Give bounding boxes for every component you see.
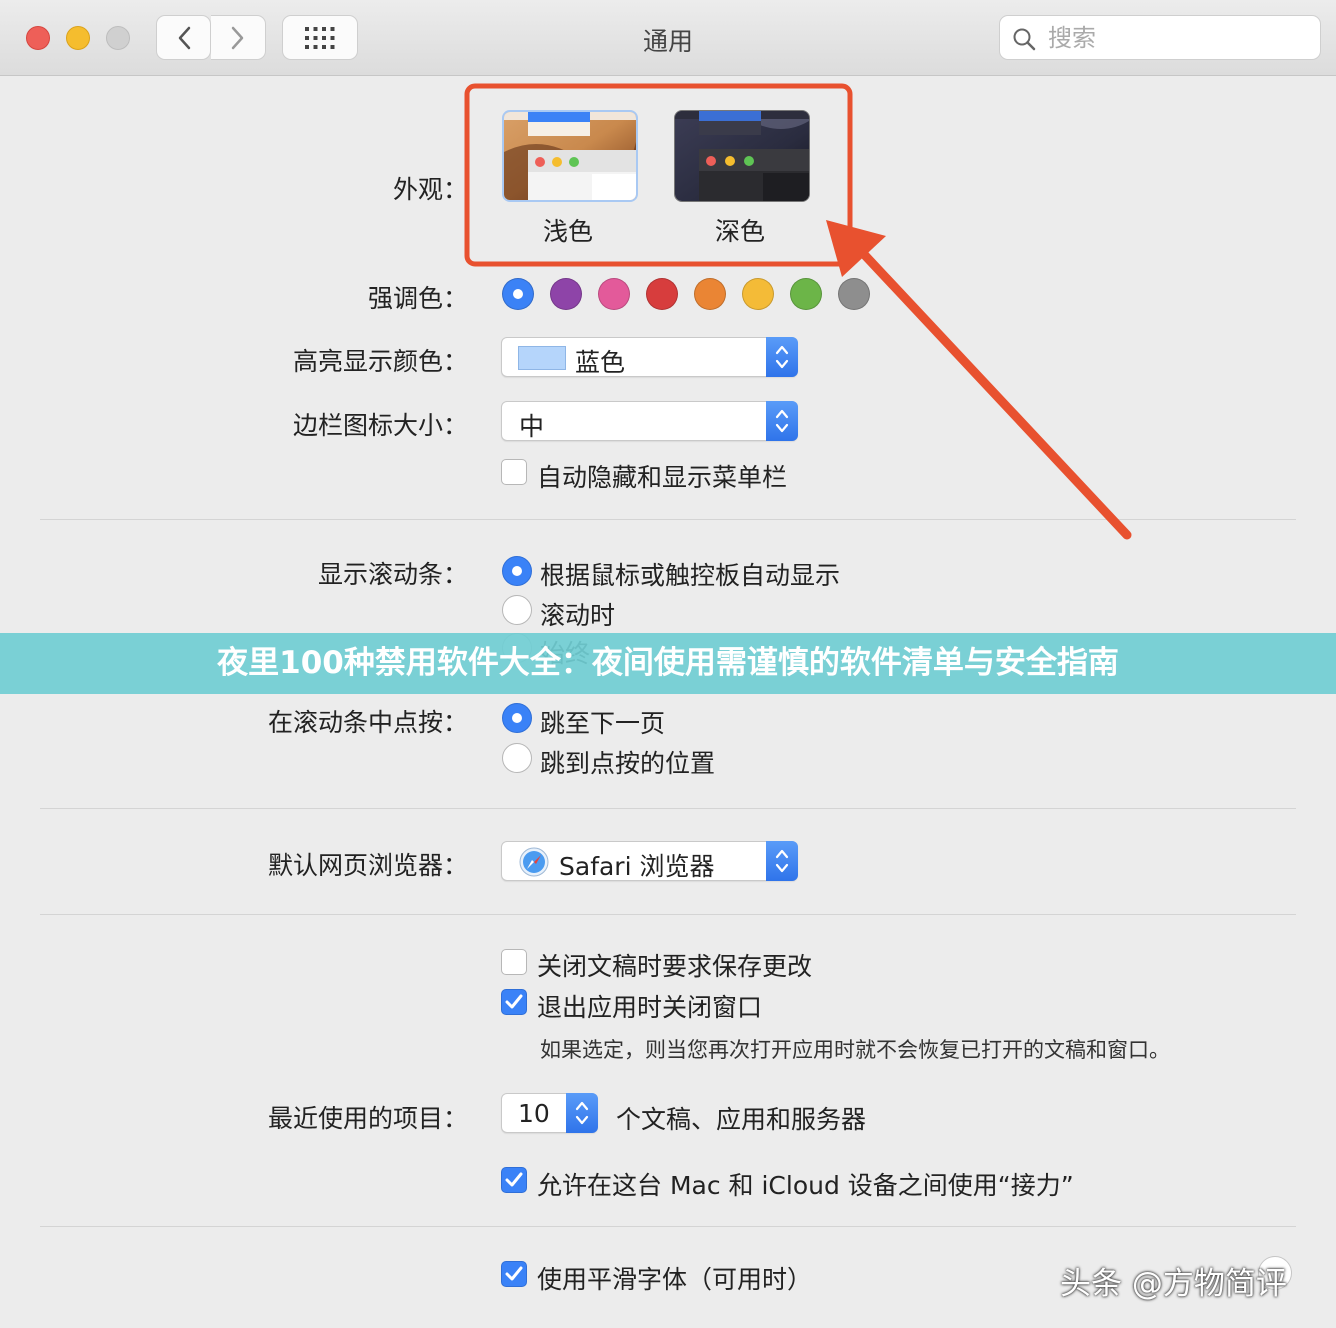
headline-banner: 夜里100种禁用软件大全：夜间使用需谨慎的软件清单与安全指南 <box>0 633 1336 694</box>
annotation-highlight-box <box>464 83 853 267</box>
watermark: 头条 @方物简评 <box>1060 1266 1287 1302</box>
annotation-arrow-shaft <box>855 245 1132 540</box>
